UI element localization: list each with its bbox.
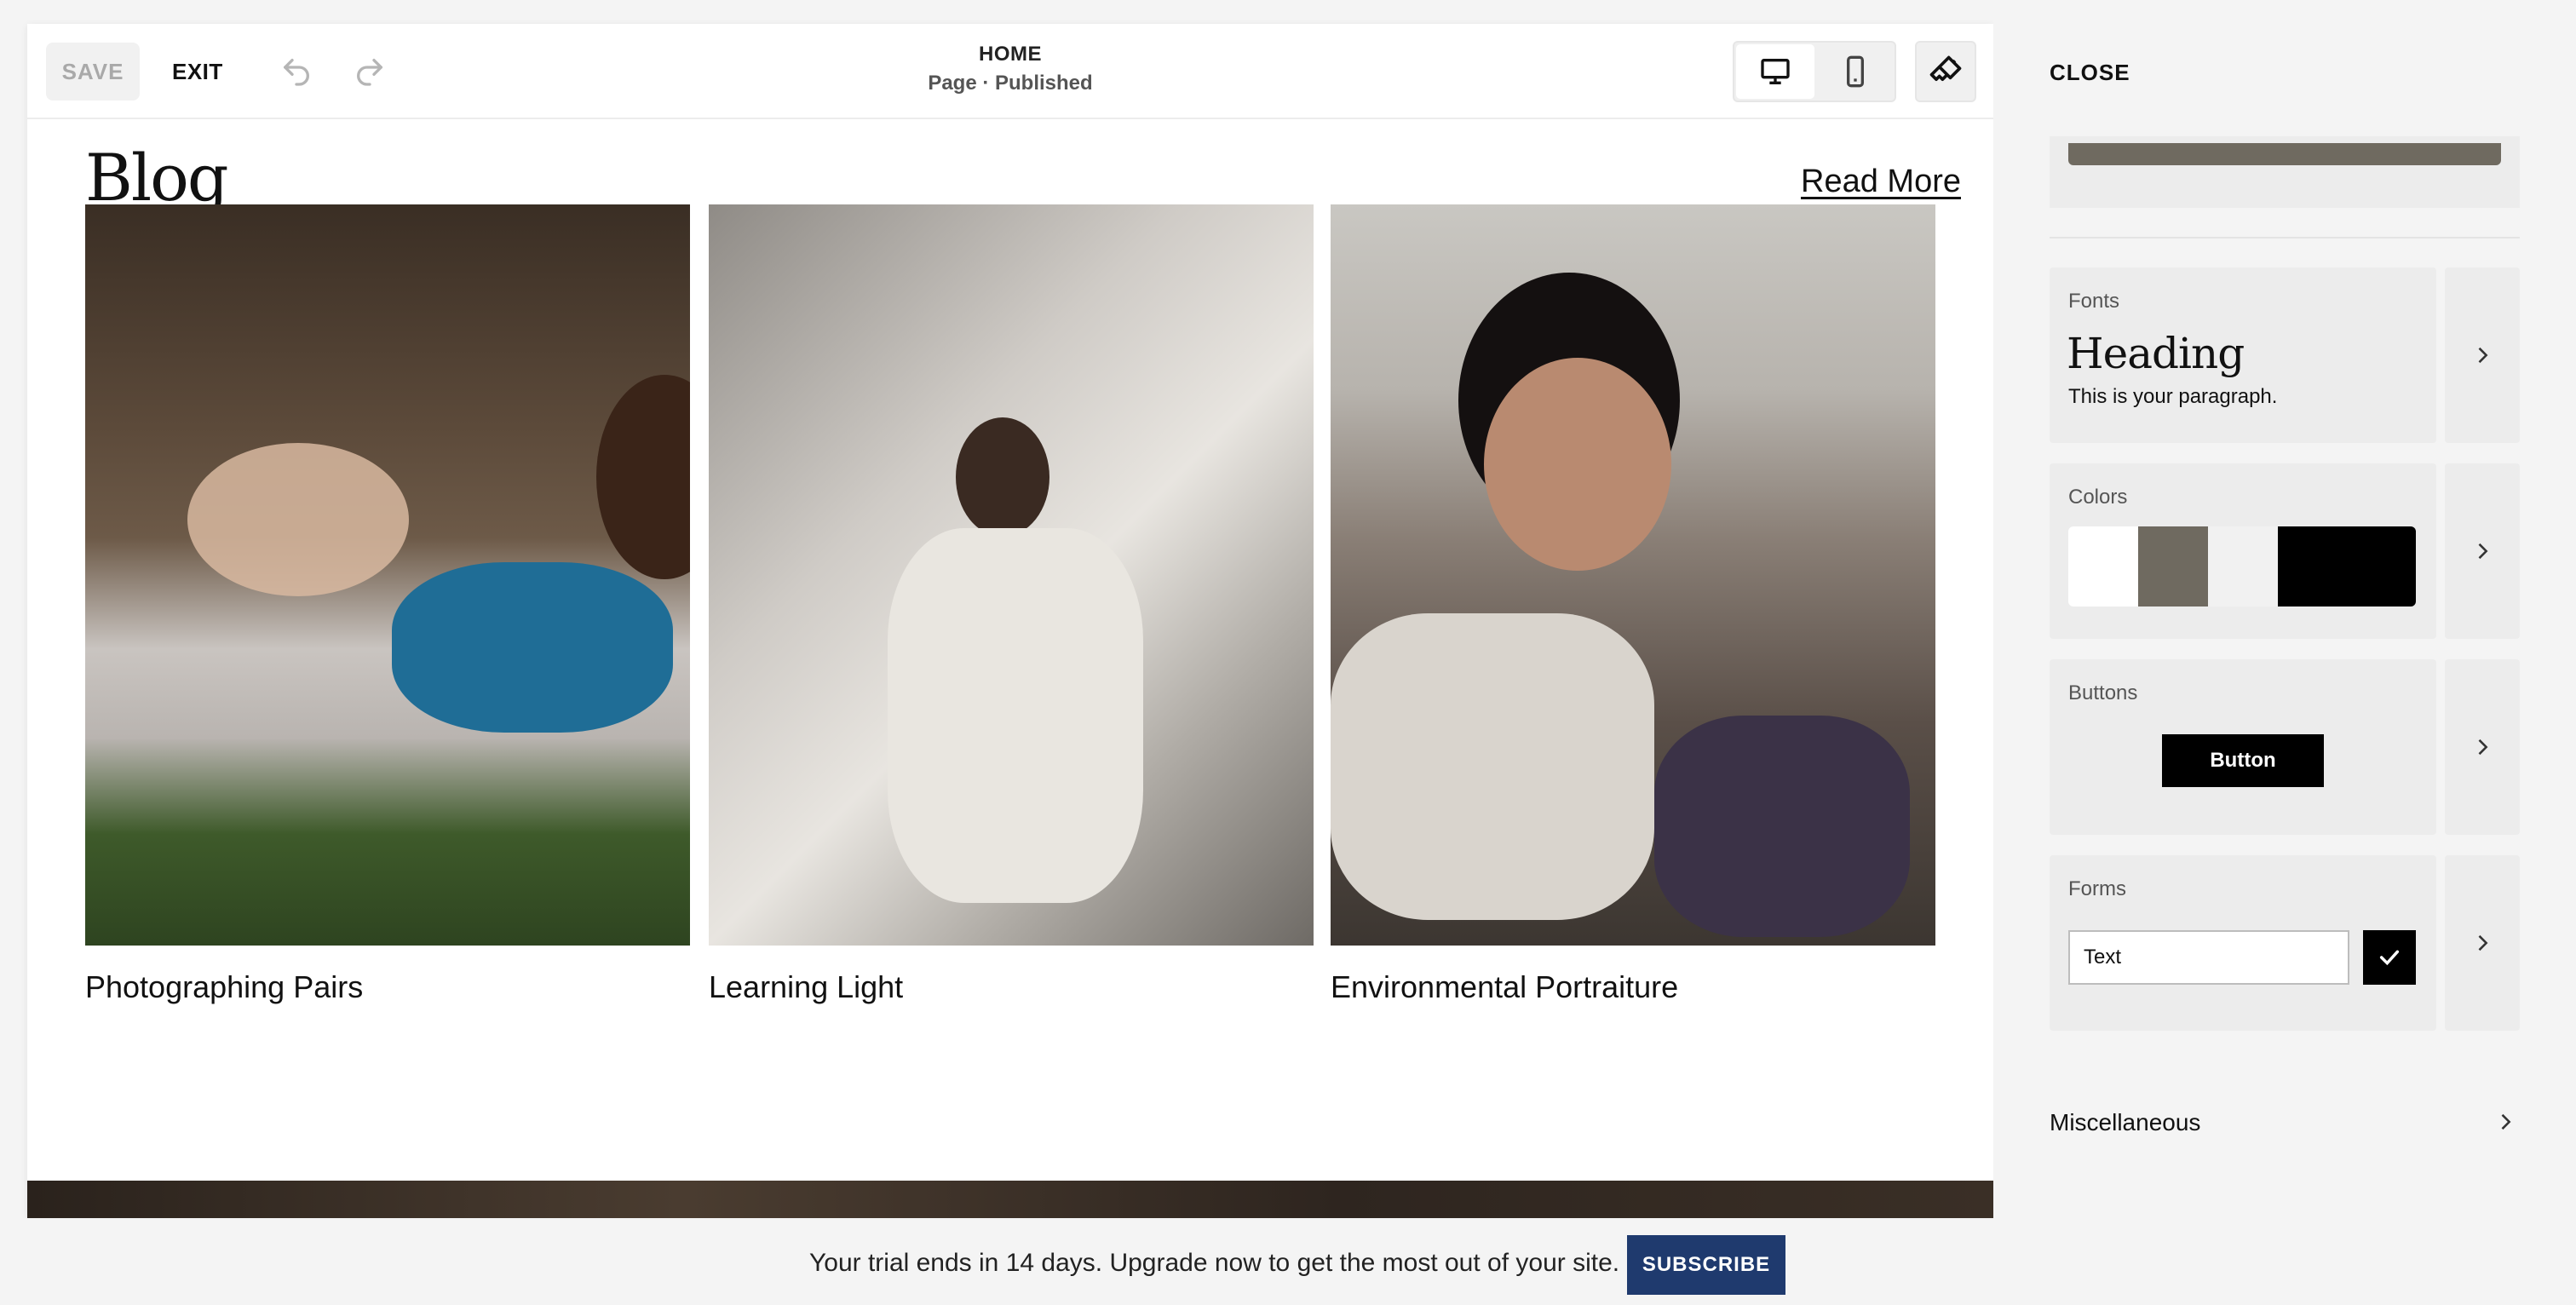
page-title[interactable]: HOME	[27, 43, 1993, 66]
buttons-chevron-right-icon[interactable]	[2445, 659, 2520, 835]
post-image	[85, 204, 690, 946]
miscellaneous-item[interactable]: Miscellaneous	[2050, 1109, 2200, 1136]
image-detail	[956, 417, 1049, 537]
miscellaneous-chevron-right-icon[interactable]	[2491, 1107, 2520, 1136]
post-title[interactable]: Learning Light	[709, 969, 1314, 1005]
blog-post-card[interactable]: Photographing Pairs	[85, 204, 690, 1005]
post-image	[709, 204, 1314, 946]
image-detail	[1331, 613, 1654, 920]
fonts-chevron-right-icon[interactable]	[2445, 267, 2520, 443]
mobile-view-icon[interactable]	[1816, 44, 1895, 99]
swatch-black	[2278, 526, 2416, 607]
button-sample: Button	[2162, 734, 2324, 787]
image-detail	[888, 528, 1143, 903]
image-detail	[392, 562, 673, 733]
colors-chevron-right-icon[interactable]	[2445, 463, 2520, 639]
buttons-label: Buttons	[2068, 681, 2138, 704]
color-swatches	[2068, 526, 2416, 607]
site-styles-panel: CLOSE Fonts Heading This is your paragra…	[1993, 0, 2576, 1218]
subscribe-button[interactable]: SUBSCRIBE	[1627, 1235, 1785, 1295]
image-detail	[596, 375, 690, 579]
color-bar	[2068, 143, 2501, 165]
next-section-preview	[27, 1181, 1993, 1218]
post-title[interactable]: Photographing Pairs	[85, 969, 690, 1005]
post-image	[1331, 204, 1935, 946]
swatch-light-gray	[2208, 526, 2278, 607]
heading-sample: Heading	[2067, 329, 2245, 378]
blog-post-card[interactable]: Environmental Portraiture	[1331, 204, 1935, 1005]
divider	[2050, 237, 2520, 239]
forms-card[interactable]: Forms Text	[2050, 855, 2436, 1031]
checkmark-icon	[2363, 930, 2416, 985]
desktop-view-icon[interactable]	[1736, 44, 1814, 99]
read-more-link[interactable]: Read More	[1782, 164, 1961, 200]
colors-card[interactable]: Colors	[2050, 463, 2436, 639]
buttons-card[interactable]: Buttons Button	[2050, 659, 2436, 835]
fonts-label: Fonts	[2068, 290, 2120, 313]
trial-banner: Your trial ends in 14 days. Upgrade now …	[0, 1218, 2576, 1305]
form-input-sample: Text	[2068, 930, 2349, 985]
image-detail	[187, 443, 409, 596]
editor-toolbar: SAVE EXIT HOME Page · Published	[27, 24, 1993, 119]
fonts-card[interactable]: Fonts Heading This is your paragraph.	[2050, 267, 2436, 443]
paintbrush-icon[interactable]	[1915, 41, 1976, 102]
previous-style-card[interactable]	[2050, 136, 2520, 208]
colors-label: Colors	[2068, 486, 2128, 509]
image-detail	[1654, 716, 1910, 937]
paragraph-sample: This is your paragraph.	[2068, 385, 2278, 408]
forms-label: Forms	[2068, 877, 2126, 900]
blog-post-card[interactable]: Learning Light	[709, 204, 1314, 1005]
editor-frame: SAVE EXIT HOME Page · Published Blog Rea…	[27, 24, 1993, 1218]
forms-chevron-right-icon[interactable]	[2445, 855, 2520, 1031]
device-toggle	[1733, 41, 1896, 102]
post-title[interactable]: Environmental Portraiture	[1331, 969, 1935, 1005]
image-detail	[1484, 358, 1671, 571]
trial-message: Your trial ends in 14 days. Upgrade now …	[809, 1249, 1620, 1277]
close-button[interactable]: CLOSE	[2050, 60, 2130, 86]
page-status: Page · Published	[928, 72, 1093, 95]
swatch-taupe	[2138, 526, 2208, 607]
swatch-white	[2068, 526, 2138, 607]
